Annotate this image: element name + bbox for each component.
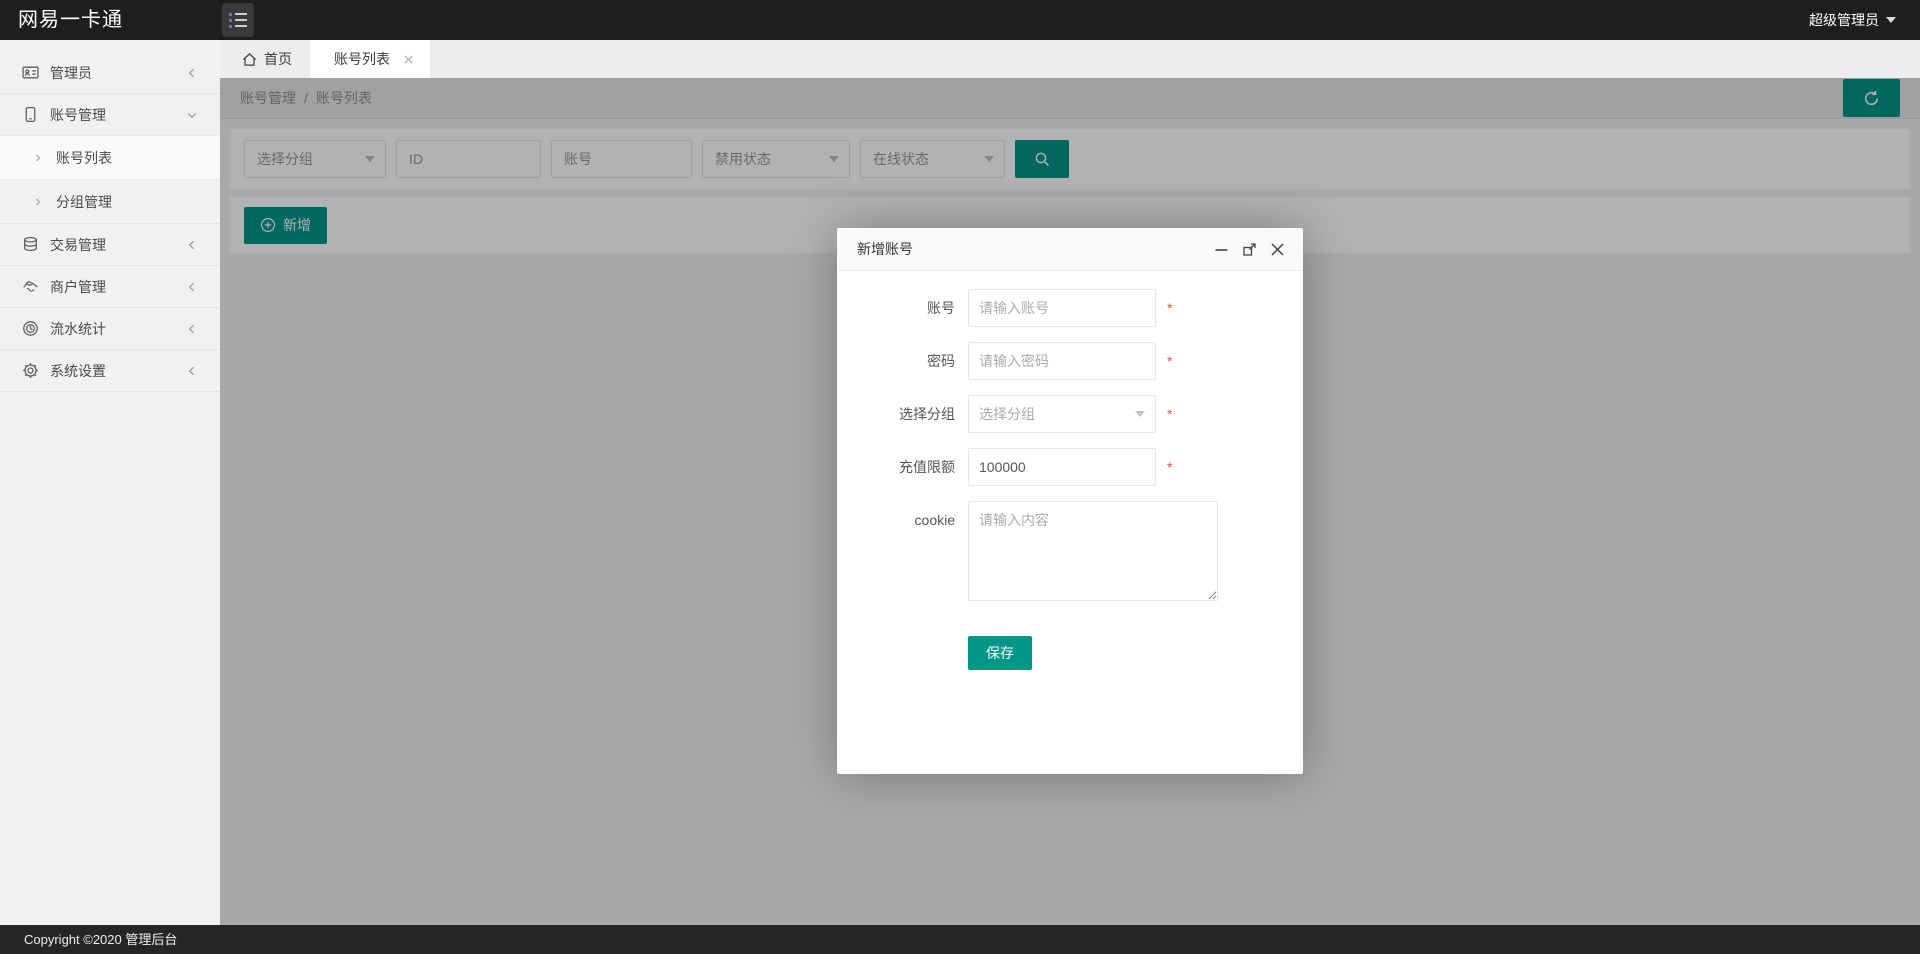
cookie-field[interactable]: [968, 501, 1218, 601]
form-row-recharge-limit: 充值限额 *: [837, 448, 1303, 486]
chevron-left-icon: [186, 323, 198, 335]
chevron-left-icon: [186, 239, 198, 251]
arrow-right-icon: [32, 152, 44, 164]
sidebar-item-flow-stats[interactable]: 流水统计: [0, 308, 220, 350]
id-card-icon: [22, 64, 39, 81]
form-row-group: 选择分组 选择分组 *: [837, 395, 1303, 433]
gear-icon: [22, 362, 39, 379]
sidebar-item-transaction-mgmt[interactable]: 交易管理: [0, 224, 220, 266]
sidebar: 管理员 账号管理: [0, 40, 220, 925]
close-icon[interactable]: [1270, 242, 1285, 257]
user-menu-label: 超级管理员: [1809, 10, 1879, 30]
sidebar-item-group-mgmt[interactable]: 分组管理: [0, 179, 220, 223]
modal-title: 新增账号: [857, 228, 913, 270]
app-header: 网易一卡通 超级管理员: [0, 0, 1920, 40]
form-row-password: 密码 *: [837, 342, 1303, 380]
required-mark: *: [1167, 289, 1172, 327]
sidebar-item-account-mgmt[interactable]: 账号管理: [0, 94, 220, 135]
app-footer: Copyright ©2020 管理后台: [0, 925, 1920, 954]
add-account-modal: 新增账号 账号 *: [837, 228, 1303, 774]
app-root: 网易一卡通 超级管理员 管理员: [0, 0, 1920, 954]
form-row-account: 账号 *: [837, 289, 1303, 327]
window-controls: [1214, 228, 1285, 270]
add-account-form: 账号 * 密码 * 选择分组 选择分组: [837, 271, 1303, 670]
arrow-right-icon: [32, 196, 44, 208]
form-row-cookie: cookie: [837, 501, 1303, 604]
sidebar-item-system-settings[interactable]: 系统设置: [0, 350, 220, 392]
recharge-limit-field[interactable]: [968, 448, 1156, 486]
close-icon[interactable]: [403, 54, 414, 65]
home-icon: [242, 52, 257, 67]
maximize-icon[interactable]: [1242, 242, 1257, 257]
app-title: 网易一卡通: [18, 0, 123, 40]
hamburger-icon: [229, 13, 247, 28]
sidebar-item-admin[interactable]: 管理员: [0, 52, 220, 94]
tab-account-list[interactable]: 账号列表: [310, 40, 430, 78]
handshake-icon: [22, 278, 39, 295]
sidebar-item-merchant-mgmt[interactable]: 商户管理: [0, 266, 220, 308]
sidebar-nav: 管理员 账号管理: [0, 40, 220, 392]
required-mark: *: [1167, 448, 1172, 486]
user-menu[interactable]: 超级管理员: [1809, 0, 1896, 40]
sidebar-item-account-list[interactable]: 账号列表: [0, 135, 220, 179]
group-select[interactable]: 选择分组: [968, 395, 1156, 433]
select-caret-icon: [1135, 411, 1145, 417]
required-mark: *: [1167, 342, 1172, 380]
database-icon: [22, 236, 39, 253]
sidebar-group-account: 账号管理 账号列表: [0, 94, 220, 224]
clock-icon: [22, 320, 39, 337]
sidebar-submenu: 账号列表 分组管理: [0, 135, 220, 223]
required-mark: *: [1167, 395, 1172, 433]
chevron-left-icon: [186, 67, 198, 79]
caret-down-icon: [1886, 17, 1896, 23]
tab-bar: 首页 账号列表: [220, 40, 1920, 78]
chevron-down-icon: [186, 109, 198, 121]
modal-title-bar: 新增账号: [837, 228, 1303, 271]
chevron-left-icon: [186, 281, 198, 293]
account-field[interactable]: [968, 289, 1156, 327]
tab-home[interactable]: 首页: [220, 40, 310, 78]
password-field[interactable]: [968, 342, 1156, 380]
mobile-icon: [22, 106, 39, 123]
minimize-icon[interactable]: [1214, 242, 1229, 257]
chevron-left-icon: [186, 365, 198, 377]
save-button[interactable]: 保存: [968, 636, 1032, 670]
menu-toggle-button[interactable]: [222, 3, 254, 37]
